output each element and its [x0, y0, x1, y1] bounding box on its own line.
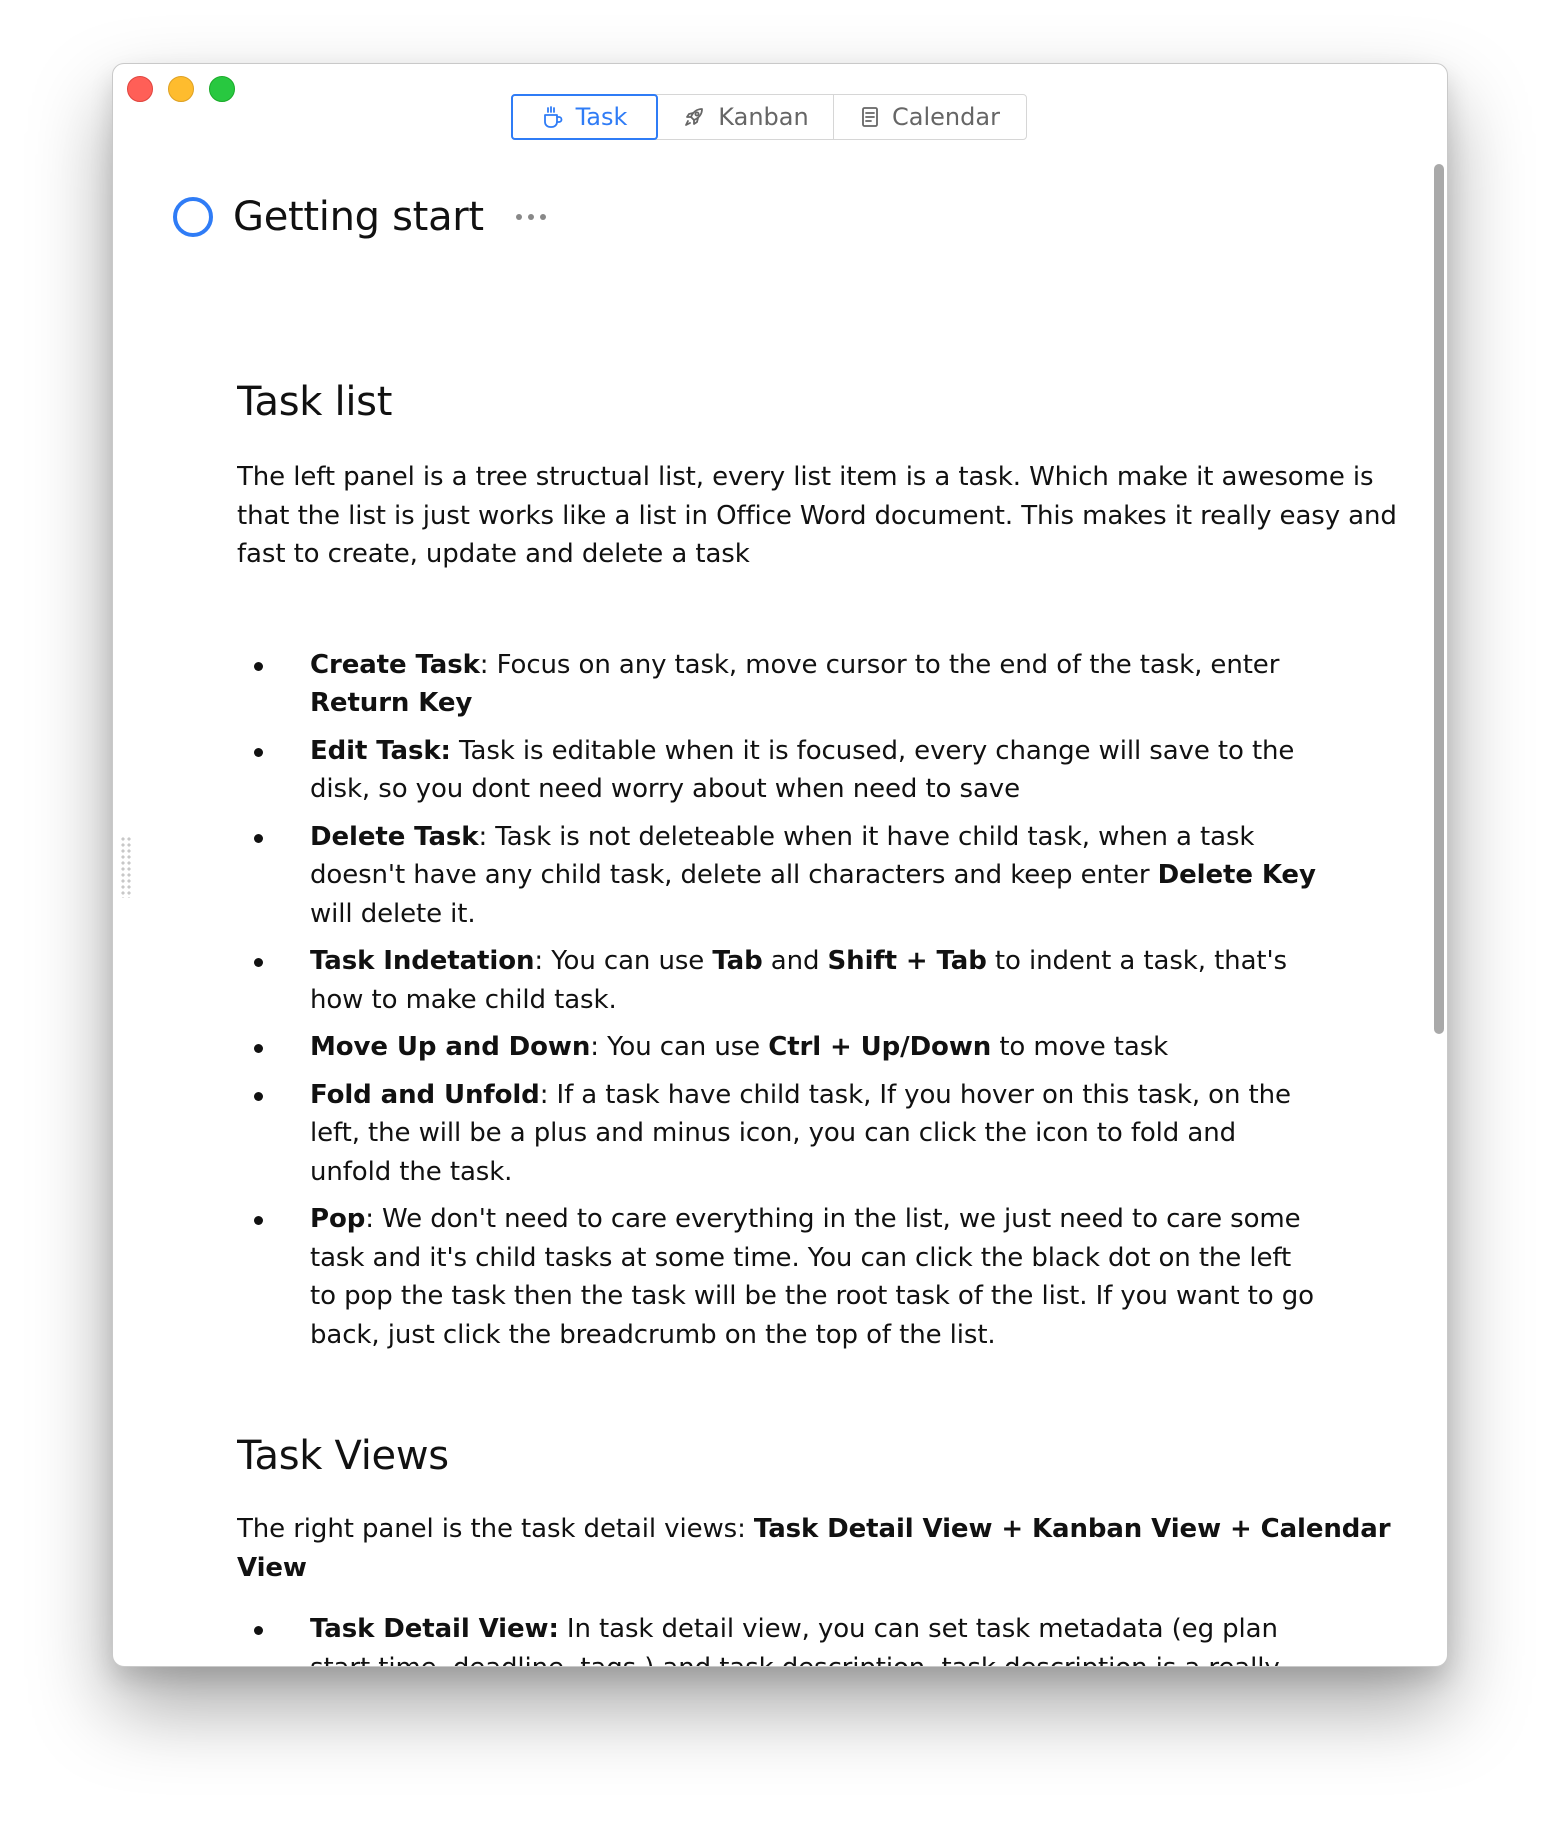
more-horizontal-icon[interactable] — [512, 210, 550, 224]
calendar-icon — [860, 106, 880, 128]
text-run: Task is editable when it is focused, eve… — [310, 735, 1295, 805]
bold-text: Tab — [712, 946, 763, 976]
bullet-dot-icon[interactable] — [254, 1626, 263, 1635]
task-views-bullets: Task Detail View: In task detail view, y… — [237, 1610, 1397, 1666]
text-run: to move task — [991, 1032, 1169, 1062]
list-item[interactable]: Task Indetation: You can use Tab and Shi… — [237, 942, 1320, 1019]
tab-task-label: Task — [575, 103, 628, 131]
task-description[interactable]: Task list The left panel is a tree struc… — [237, 294, 1397, 1666]
bold-text: Task Detail View: — [310, 1614, 559, 1644]
text-run: The right panel is the task detail views… — [237, 1514, 754, 1544]
tab-kanban[interactable]: Kanban — [658, 95, 834, 139]
panel-resize-handle[interactable] — [120, 836, 132, 898]
list-item[interactable]: Edit Task: Task is editable when it is f… — [237, 732, 1320, 809]
list-item[interactable]: Move Up and Down: You can use Ctrl + Up/… — [237, 1028, 1320, 1067]
view-switcher: Task Kanban Calendar — [511, 94, 1027, 140]
bold-text: Task Indetation — [310, 946, 535, 976]
circle-outline-icon[interactable] — [173, 197, 213, 237]
task-list-bullets: Create Task: Focus on any task, move cur… — [237, 646, 1397, 1355]
list-item[interactable]: Delete Task: Task is not deleteable when… — [237, 818, 1320, 934]
bullet-dot-icon[interactable] — [254, 1091, 263, 1101]
list-item[interactable]: Create Task: Focus on any task, move cur… — [237, 646, 1320, 723]
bold-text: Fold and Unfold — [310, 1079, 540, 1110]
bold-text: Delete Task — [310, 821, 479, 852]
bold-text: Ctrl + Up/Down — [768, 1032, 992, 1062]
list-item[interactable]: Fold and Unfold: If a task have child ta… — [237, 1076, 1320, 1192]
section-title-task-list: Task list — [237, 379, 393, 425]
text-run: and — [762, 946, 828, 976]
bullet-dot-icon[interactable] — [254, 1216, 263, 1225]
text-run: : You can use — [534, 946, 713, 976]
text-run: : You can use — [590, 1032, 769, 1062]
bold-text: Edit Task: — [310, 735, 451, 766]
bold-text: Create Task — [310, 649, 480, 680]
minimize-window-button[interactable] — [168, 76, 194, 102]
bullet-dot-icon[interactable] — [254, 661, 263, 671]
list-item[interactable]: Pop: We don't need to care everything in… — [237, 1200, 1320, 1354]
window-controls — [127, 76, 235, 102]
list-item[interactable]: Task Detail View: In task detail view, y… — [237, 1610, 1320, 1666]
bullet-dot-icon[interactable] — [254, 958, 263, 967]
text-run: : Focus on any task, move cursor to the … — [479, 649, 1280, 680]
page-title[interactable]: Getting start — [233, 194, 484, 240]
bullet-dot-icon[interactable] — [254, 747, 263, 757]
task-heading: Getting start — [173, 192, 550, 242]
tab-kanban-label: Kanban — [718, 103, 809, 131]
close-window-button[interactable] — [127, 76, 153, 102]
vertical-scrollbar[interactable] — [1434, 164, 1444, 1034]
bold-text: Pop — [310, 1204, 366, 1234]
bold-text: Return Key — [310, 688, 473, 718]
bold-text: Delete Key — [1157, 860, 1316, 890]
tab-calendar-label: Calendar — [892, 103, 1000, 131]
text-run: will delete it. — [310, 898, 476, 929]
app-window: Task Kanban Calendar Getting start Task … — [112, 63, 1448, 1667]
text-run: : We don't need to care everything in th… — [310, 1204, 1314, 1350]
tab-calendar[interactable]: Calendar — [834, 95, 1026, 139]
zoom-window-button[interactable] — [209, 76, 235, 102]
bold-text: Shift + Tab — [827, 946, 987, 976]
bold-text: Move Up and Down — [310, 1032, 591, 1062]
cup-icon — [542, 105, 564, 129]
bullet-dot-icon[interactable] — [254, 833, 263, 843]
task-list-intro: The left panel is a tree structual list,… — [237, 462, 1397, 569]
tab-task[interactable]: Task — [511, 94, 658, 140]
task-views-intro: The right panel is the task detail views… — [237, 1510, 1397, 1587]
section-title-task-views: Task Views — [237, 1433, 449, 1479]
rocket-icon — [682, 105, 706, 129]
bullet-dot-icon[interactable] — [254, 1044, 263, 1053]
